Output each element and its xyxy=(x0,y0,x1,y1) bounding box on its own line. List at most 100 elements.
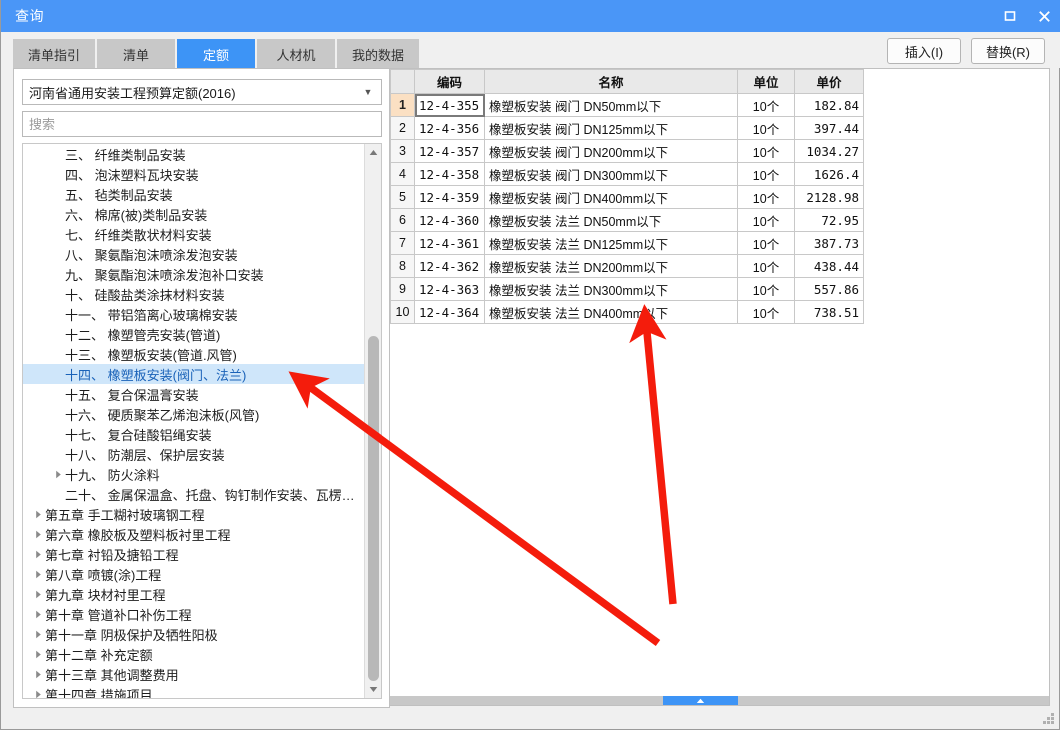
tree-item[interactable]: 第七章 衬铅及搪铅工程 xyxy=(23,544,365,564)
tree-item[interactable]: 六、 棉席(被)类制品安装 xyxy=(23,204,365,224)
cell-code[interactable]: 12-4-355 xyxy=(414,93,485,117)
tree-item[interactable]: 十九、 防火涂料 xyxy=(23,464,365,484)
tree-item[interactable]: 十三、 橡塑板安装(管道.风管) xyxy=(23,344,365,364)
tab-labor-material-machine[interactable]: 人材机 xyxy=(257,39,336,68)
tree-item[interactable]: 八、 聚氨酯泡沫喷涂发泡安装 xyxy=(23,244,365,264)
column-header-code[interactable]: 编码 xyxy=(414,69,485,94)
cell-unit[interactable]: 10个 xyxy=(737,208,795,232)
tree-item[interactable]: 十二、 橡塑管壳安装(管道) xyxy=(23,324,365,344)
cell-price[interactable]: 738.51 xyxy=(794,300,864,324)
tree-scrollbar-thumb[interactable] xyxy=(368,336,379,681)
tree-item[interactable]: 三、 纤维类制品安装 xyxy=(23,144,365,164)
tab-list-guide[interactable]: 清单指引 xyxy=(13,39,96,68)
table-row[interactable]: 1 12-4-355 橡塑板安装 阀门 DN50mm以下 10个 182.84 xyxy=(390,93,864,117)
quota-library-select[interactable]: 河南省通用安装工程预算定额(2016) ▼ xyxy=(22,79,382,105)
search-input[interactable] xyxy=(22,111,382,137)
cell-code[interactable]: 12-4-360 xyxy=(414,208,485,232)
tree-item[interactable]: 第十二章 补充定额 xyxy=(23,644,365,664)
scroll-down-arrow-icon[interactable] xyxy=(365,681,381,698)
cell-name[interactable]: 橡塑板安装 阀门 DN300mm以下 xyxy=(484,162,738,186)
tab-my-data[interactable]: 我的数据 xyxy=(337,39,420,68)
cell-unit[interactable]: 10个 xyxy=(737,277,795,301)
cell-rn[interactable]: 5 xyxy=(390,185,415,209)
table-row[interactable]: 2 12-4-356 橡塑板安装 阀门 DN125mm以下 10个 397.44 xyxy=(390,116,864,140)
expand-triangle-icon[interactable] xyxy=(31,604,45,624)
cell-code[interactable]: 12-4-359 xyxy=(414,185,485,209)
tab-list[interactable]: 清单 xyxy=(97,39,176,68)
cell-unit[interactable]: 10个 xyxy=(737,185,795,209)
tree-item[interactable]: 第十三章 其他调整费用 xyxy=(23,664,365,684)
tree-item[interactable]: 十八、 防潮层、保护层安装 xyxy=(23,444,365,464)
cell-name[interactable]: 橡塑板安装 阀门 DN125mm以下 xyxy=(484,116,738,140)
table-row[interactable]: 9 12-4-363 橡塑板安装 法兰 DN300mm以下 10个 557.86 xyxy=(390,277,864,301)
tree-item[interactable]: 第十一章 阴极保护及牺牲阳极 xyxy=(23,624,365,644)
cell-unit[interactable]: 10个 xyxy=(737,254,795,278)
cell-price[interactable]: 1626.4 xyxy=(794,162,864,186)
tree-item[interactable]: 第九章 块材衬里工程 xyxy=(23,584,365,604)
expand-triangle-icon[interactable] xyxy=(31,624,45,644)
cell-code[interactable]: 12-4-356 xyxy=(414,116,485,140)
cell-name[interactable]: 橡塑板安装 法兰 DN400mm以下 xyxy=(484,300,738,324)
cell-code[interactable]: 12-4-363 xyxy=(414,277,485,301)
column-header-name[interactable]: 名称 xyxy=(484,69,738,94)
grid-bottom-splitter[interactable] xyxy=(390,696,1049,705)
cell-rn[interactable]: 1 xyxy=(390,93,415,117)
cell-price[interactable]: 182.84 xyxy=(794,93,864,117)
cell-name[interactable]: 橡塑板安装 阀门 DN400mm以下 xyxy=(484,185,738,209)
table-row[interactable]: 3 12-4-357 橡塑板安装 阀门 DN200mm以下 10个 1034.27 xyxy=(390,139,864,163)
table-row[interactable]: 8 12-4-362 橡塑板安装 法兰 DN200mm以下 10个 438.44 xyxy=(390,254,864,278)
tree-item[interactable]: 二十、 金属保温盒、托盘、钩钉制作安装、瓦楞板... xyxy=(23,484,365,504)
tree-item[interactable]: 十、 硅酸盐类涂抹材料安装 xyxy=(23,284,365,304)
splitter-collapse-handle[interactable] xyxy=(663,696,738,705)
expand-triangle-icon[interactable] xyxy=(31,584,45,604)
table-row[interactable]: 10 12-4-364 橡塑板安装 法兰 DN400mm以下 10个 738.51 xyxy=(390,300,864,324)
table-row[interactable]: 6 12-4-360 橡塑板安装 法兰 DN50mm以下 10个 72.95 xyxy=(390,208,864,232)
cell-name[interactable]: 橡塑板安装 阀门 DN200mm以下 xyxy=(484,139,738,163)
tree-item[interactable]: 第八章 喷镀(涂)工程 xyxy=(23,564,365,584)
close-button[interactable] xyxy=(1027,0,1060,32)
tab-quota[interactable]: 定额 xyxy=(177,39,256,68)
expand-triangle-icon[interactable] xyxy=(31,664,45,684)
cell-rn[interactable]: 2 xyxy=(390,116,415,140)
insert-button[interactable]: 插入(I) xyxy=(887,38,961,64)
cell-name[interactable]: 橡塑板安装 法兰 DN200mm以下 xyxy=(484,254,738,278)
table-row[interactable]: 5 12-4-359 橡塑板安装 阀门 DN400mm以下 10个 2128.98 xyxy=(390,185,864,209)
cell-rn[interactable]: 7 xyxy=(390,231,415,255)
tree-item[interactable]: 十五、 复合保温膏安装 xyxy=(23,384,365,404)
table-row[interactable]: 4 12-4-358 橡塑板安装 阀门 DN300mm以下 10个 1626.4 xyxy=(390,162,864,186)
scroll-up-arrow-icon[interactable] xyxy=(365,144,381,161)
tree-item[interactable]: 第五章 手工糊衬玻璃钢工程 xyxy=(23,504,365,524)
cell-unit[interactable]: 10个 xyxy=(737,162,795,186)
replace-button[interactable]: 替换(R) xyxy=(971,38,1045,64)
cell-rn[interactable]: 4 xyxy=(390,162,415,186)
expand-triangle-icon[interactable] xyxy=(31,644,45,664)
expand-triangle-icon[interactable] xyxy=(31,504,45,524)
cell-rn[interactable]: 8 xyxy=(390,254,415,278)
cell-price[interactable]: 397.44 xyxy=(794,116,864,140)
tree-item[interactable]: 第十四章 措施项目 xyxy=(23,684,365,698)
tree-item[interactable]: 四、 泡沫塑料瓦块安装 xyxy=(23,164,365,184)
cell-price[interactable]: 1034.27 xyxy=(794,139,864,163)
cell-code[interactable]: 12-4-362 xyxy=(414,254,485,278)
cell-code[interactable]: 12-4-361 xyxy=(414,231,485,255)
tree-item-selected[interactable]: 十四、 橡塑板安装(阀门、法兰) xyxy=(23,364,365,384)
cell-name[interactable]: 橡塑板安装 法兰 DN125mm以下 xyxy=(484,231,738,255)
table-row[interactable]: 7 12-4-361 橡塑板安装 法兰 DN125mm以下 10个 387.73 xyxy=(390,231,864,255)
cell-unit[interactable]: 10个 xyxy=(737,300,795,324)
tree-item[interactable]: 五、 毡类制品安装 xyxy=(23,184,365,204)
tree-item[interactable]: 九、 聚氨酯泡沫喷涂发泡补口安装 xyxy=(23,264,365,284)
cell-rn[interactable]: 3 xyxy=(390,139,415,163)
tree-item[interactable]: 十六、 硬质聚苯乙烯泡沫板(风管) xyxy=(23,404,365,424)
cell-rn[interactable]: 6 xyxy=(390,208,415,232)
cell-code[interactable]: 12-4-357 xyxy=(414,139,485,163)
cell-rn[interactable]: 10 xyxy=(390,300,415,324)
cell-name[interactable]: 橡塑板安装 阀门 DN50mm以下 xyxy=(484,93,738,117)
cell-code[interactable]: 12-4-358 xyxy=(414,162,485,186)
expand-triangle-icon[interactable] xyxy=(31,684,45,698)
tree-vertical-scrollbar[interactable] xyxy=(364,144,381,698)
cell-price[interactable]: 72.95 xyxy=(794,208,864,232)
column-header-unit[interactable]: 单位 xyxy=(737,69,795,94)
tree-item[interactable]: 第十章 管道补口补伤工程 xyxy=(23,604,365,624)
tree-item[interactable]: 十一、 带铝箔离心玻璃棉安装 xyxy=(23,304,365,324)
expand-triangle-icon[interactable] xyxy=(51,464,65,484)
